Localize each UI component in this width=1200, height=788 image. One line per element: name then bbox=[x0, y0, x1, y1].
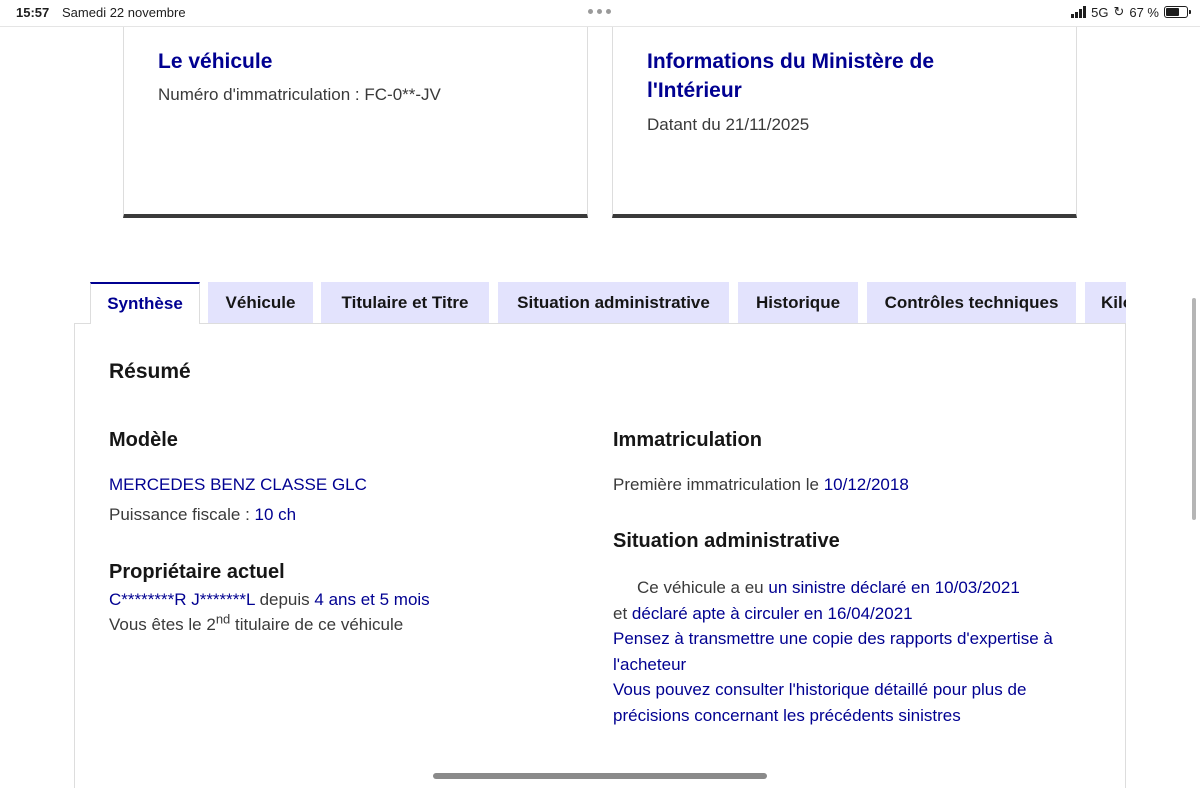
battery-percent: 67 % bbox=[1129, 4, 1159, 20]
ministry-date: Datant du 21/11/2025 bbox=[647, 115, 810, 134]
status-date: Samedi 22 novembre bbox=[62, 5, 186, 20]
fiscal-power: Puissance fiscale : 10 ch bbox=[109, 505, 296, 525]
battery-icon bbox=[1164, 6, 1191, 18]
ministry-card-title: Informations du Ministère de l'Intérieur bbox=[647, 50, 935, 102]
transmit-reports-text: Pensez à transmettre une copie des rappo… bbox=[613, 629, 1053, 674]
multitasking-dots-icon[interactable] bbox=[588, 9, 611, 14]
summary-title: Résumé bbox=[109, 360, 191, 383]
tab-kilometrage[interactable]: Kilométrage bbox=[1085, 282, 1126, 324]
status-indicators: 5G ↻ 67 % bbox=[1071, 4, 1191, 20]
admin-situation-text: Ce véhicule a eu un sinistre déclaré en … bbox=[613, 575, 1103, 728]
scrollbar[interactable] bbox=[1192, 298, 1196, 520]
first-registration-date: 10/12/2018 bbox=[823, 475, 909, 494]
owner-rank: Vous êtes le 2nd titulaire de ce véhicul… bbox=[109, 612, 404, 635]
fiscal-power-label: Puissance fiscale : bbox=[109, 505, 255, 524]
owner-since-value: 4 ans et 5 mois bbox=[314, 590, 430, 609]
tab-historique[interactable]: Historique bbox=[738, 282, 858, 324]
synthese-panel: Résumé Modèle MERCEDES BENZ CLASSE GLC P… bbox=[74, 323, 1126, 788]
owner-name: C********R J*******L bbox=[109, 590, 255, 609]
status-time: 15:57 bbox=[16, 5, 50, 20]
owner-heading: Propriétaire actuel bbox=[109, 561, 285, 583]
ministry-card: Informations du Ministère de l'Intérieur… bbox=[612, 27, 1077, 218]
network-type: 5G bbox=[1091, 4, 1109, 20]
cellular-signal-icon bbox=[1071, 6, 1087, 18]
owner-rank-prefix: Vous êtes le 2 bbox=[109, 615, 216, 634]
apte-circuler-link[interactable]: déclaré apte à circuler en 16/04/2021 bbox=[632, 604, 913, 623]
admin-heading: Situation administrative bbox=[613, 530, 840, 552]
orientation-lock-icon: ↻ bbox=[1113, 4, 1125, 19]
vehicle-card: Le véhicule Numéro d'immatriculation : F… bbox=[123, 27, 588, 218]
vehicle-card-title: Le véhicule bbox=[158, 50, 273, 73]
owner-rank-suffix: titulaire de ce véhicule bbox=[230, 615, 404, 634]
admin-and: et bbox=[613, 603, 632, 623]
owner-line: C********R J*******L depuis 4 ans et 5 m… bbox=[109, 590, 430, 610]
owner-rank-sup: nd bbox=[215, 611, 231, 627]
sinistre-link[interactable]: un sinistre déclaré en 10/03/2021 bbox=[768, 578, 1019, 597]
home-indicator[interactable] bbox=[433, 773, 767, 779]
status-bar: 15:57 Samedi 22 novembre 5G ↻ 67 % bbox=[0, 0, 1200, 26]
owner-since-label: depuis bbox=[254, 590, 315, 609]
tab-titulaire-titre[interactable]: Titulaire et Titre bbox=[321, 282, 489, 324]
tab-list: Synthèse Véhicule Titulaire et Titre Sit… bbox=[90, 282, 1126, 324]
model-name: MERCEDES BENZ CLASSE GLC bbox=[109, 475, 367, 494]
tab-synthese[interactable]: Synthèse bbox=[90, 282, 200, 324]
fiscal-power-value: 10 ch bbox=[254, 505, 297, 524]
tab-situation-administrative[interactable]: Situation administrative bbox=[498, 282, 729, 324]
admin-intro: Ce véhicule a eu bbox=[637, 578, 769, 597]
first-registration: Première immatriculation le 10/12/2018 bbox=[613, 475, 909, 495]
tab-controles-techniques[interactable]: Contrôles techniques bbox=[867, 282, 1076, 324]
registration-heading: Immatriculation bbox=[613, 429, 762, 451]
first-registration-label: Première immatriculation le bbox=[613, 475, 824, 494]
registration-number: Numéro d'immatriculation : FC-0**-JV bbox=[158, 85, 441, 104]
model-heading: Modèle bbox=[109, 429, 178, 451]
tab-vehicule[interactable]: Véhicule bbox=[208, 282, 313, 324]
consult-history-text[interactable]: Vous pouvez consulter l'historique détai… bbox=[613, 680, 1026, 725]
